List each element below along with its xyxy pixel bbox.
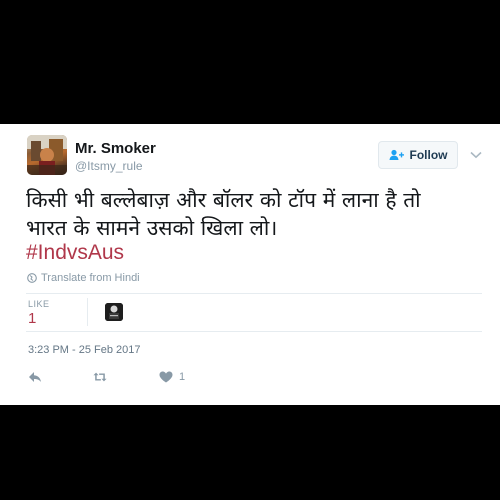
follow-label: Follow [409, 148, 448, 162]
tweet-text: किसी भी बल्लेबाज़ और बॉलर को टॉप में लान… [26, 186, 476, 242]
author-avatar[interactable] [27, 135, 67, 175]
tweet-actions: 1 [28, 371, 228, 385]
author-handle[interactable]: @Itsmy_rule [75, 159, 143, 173]
divider [26, 293, 482, 294]
reply-icon [29, 372, 41, 382]
liker-avatar[interactable] [105, 303, 123, 321]
author-display-name[interactable]: Mr. Smoker [75, 140, 156, 157]
reply-button[interactable] [28, 371, 42, 383]
stats-separator [87, 298, 88, 326]
caret-down-icon[interactable] [470, 151, 482, 159]
retweet-button[interactable] [93, 371, 107, 383]
translate-link[interactable]: Translate from Hindi [27, 272, 140, 284]
tweet-text-line: भारत के सामने उसको खिला लो। [26, 216, 278, 240]
like-button[interactable]: 1 [159, 371, 185, 383]
likes-count[interactable]: 1 [28, 310, 36, 327]
hashtag-link[interactable]: #IndvsAus [26, 239, 124, 267]
retweet-icon [93, 372, 107, 382]
follow-button[interactable]: Follow [378, 141, 458, 169]
tweet-card: Mr. Smoker @Itsmy_rule Follow किसी भी बल… [0, 124, 500, 405]
divider [26, 331, 482, 332]
tweet-text-line: किसी भी बल्लेबाज़ और बॉलर को टॉप में लान… [26, 188, 421, 212]
tweet-timestamp[interactable]: 3:23 PM - 25 Feb 2017 [28, 344, 141, 356]
translate-label: Translate from Hindi [41, 272, 140, 284]
likes-label: LIKE [28, 299, 50, 309]
heart-icon [159, 371, 173, 383]
like-action-count: 1 [179, 371, 186, 383]
follow-person-icon [389, 149, 404, 160]
globe-icon [27, 273, 37, 283]
